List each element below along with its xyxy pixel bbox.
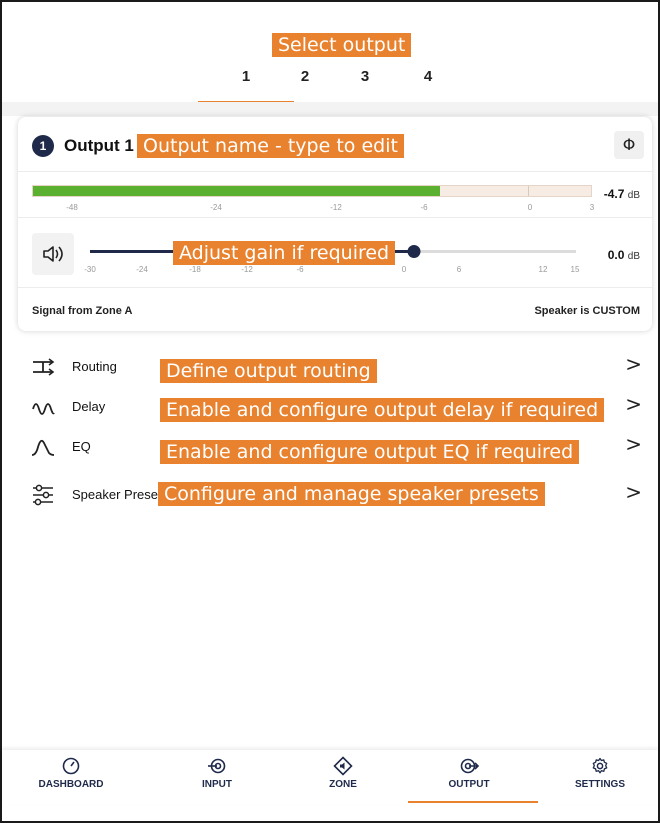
gain-unit: dB (627, 251, 640, 262)
annotation-delay: Enable and configure output delay if req… (160, 398, 605, 422)
tab-output-4[interactable]: 4 (396, 68, 460, 100)
delay-icon (32, 403, 55, 415)
gain-tick-label: -6 (296, 265, 304, 274)
tab-output-3[interactable]: 3 (333, 68, 397, 100)
eq-curve-icon (31, 439, 55, 456)
card-divider (18, 171, 652, 172)
nav-zone[interactable]: ZONE (278, 756, 408, 802)
output-name-field[interactable]: Output 1 (64, 135, 134, 157)
meter-value: -4.7 (603, 187, 625, 201)
nav-label-input: INPUT (202, 779, 232, 790)
input-icon (208, 758, 226, 774)
annotation-speaker-preset: Configure and manage speaker presets (158, 482, 545, 506)
nav-label-dashboard: DASHBOARD (38, 779, 104, 790)
nav-label-output: OUTPUT (448, 779, 490, 790)
gain-tick-label: 12 (538, 265, 548, 274)
gain-tick-label: -12 (241, 265, 253, 274)
routing-icon (33, 358, 55, 376)
tab-output-1[interactable]: 1 (198, 68, 294, 103)
gauge-icon (62, 757, 80, 775)
gain-tick-label: 6 (456, 265, 462, 274)
nav-label-zone: ZONE (329, 779, 357, 790)
chevron-right-icon: > (625, 352, 642, 376)
chevron-right-icon: > (625, 432, 642, 456)
bottom-navigation: DASHBOARD INPUT ZONE OUTPUT SETTINGS (2, 750, 658, 804)
output-tabs: 1 2 3 4 (0, 60, 660, 104)
menu-label-routing: Routing (72, 359, 117, 374)
annotation-adjust-gain: Adjust gain if required (173, 241, 396, 265)
section-separator (2, 102, 658, 116)
gain-readout: 0.0 dB (608, 248, 640, 262)
gain-tick-label: -30 (84, 265, 96, 274)
nav-label-settings: SETTINGS (574, 779, 625, 790)
gear-icon (592, 757, 608, 774)
annotation-select-output: Select output (272, 33, 412, 57)
gain-tick-label: -18 (189, 265, 201, 274)
meter-tick-label: -6 (420, 203, 428, 212)
menu-label-speaker-preset: Speaker Preset (72, 487, 162, 502)
output-number-badge: 1 (32, 135, 54, 157)
meter-zero-marker (528, 186, 529, 196)
nav-input[interactable]: INPUT (152, 756, 282, 802)
card-divider (18, 217, 652, 218)
mute-button[interactable] (32, 233, 74, 275)
meter-tick-label: -48 (66, 203, 78, 212)
card-divider (18, 287, 652, 288)
meter-readout: -4.7 dB (604, 187, 640, 201)
annotation-routing: Define output routing (160, 359, 377, 383)
zone-icon (333, 756, 353, 776)
gain-tick-label: 15 (570, 265, 580, 274)
speaker-icon (43, 246, 63, 262)
gain-tick-label: -24 (136, 265, 148, 274)
phase-invert-button[interactable]: Φ (614, 131, 644, 159)
level-meter-fill (33, 186, 441, 196)
meter-tick-label: 0 (527, 203, 533, 212)
speaker-status-text: Speaker is CUSTOM (534, 305, 640, 317)
nav-output[interactable]: OUTPUT (404, 756, 538, 803)
menu-label-delay: Delay (72, 399, 106, 414)
chevron-right-icon: > (625, 392, 642, 416)
signal-source-text: Signal from Zone A (32, 305, 133, 317)
output-icon (460, 758, 479, 774)
meter-tick-label: 3 (589, 203, 595, 212)
meter-tick-label: -12 (330, 203, 342, 212)
sliders-icon (33, 484, 53, 506)
gain-tick-label: 0 (401, 265, 407, 274)
meter-tick-label: -24 (210, 203, 222, 212)
annotation-eq: Enable and configure output EQ if requir… (160, 440, 580, 464)
meter-unit: dB (627, 190, 640, 201)
annotation-output-name: Output name - type to edit (137, 134, 404, 158)
nav-dashboard[interactable]: DASHBOARD (6, 756, 136, 802)
chevron-right-icon: > (625, 480, 642, 504)
gain-value: 0.0 (607, 248, 625, 262)
gain-slider-thumb[interactable] (407, 245, 421, 258)
menu-label-eq: EQ (72, 439, 91, 454)
tab-output-2[interactable]: 2 (273, 68, 337, 100)
nav-settings[interactable]: SETTINGS (535, 756, 660, 802)
level-meter (32, 185, 592, 197)
